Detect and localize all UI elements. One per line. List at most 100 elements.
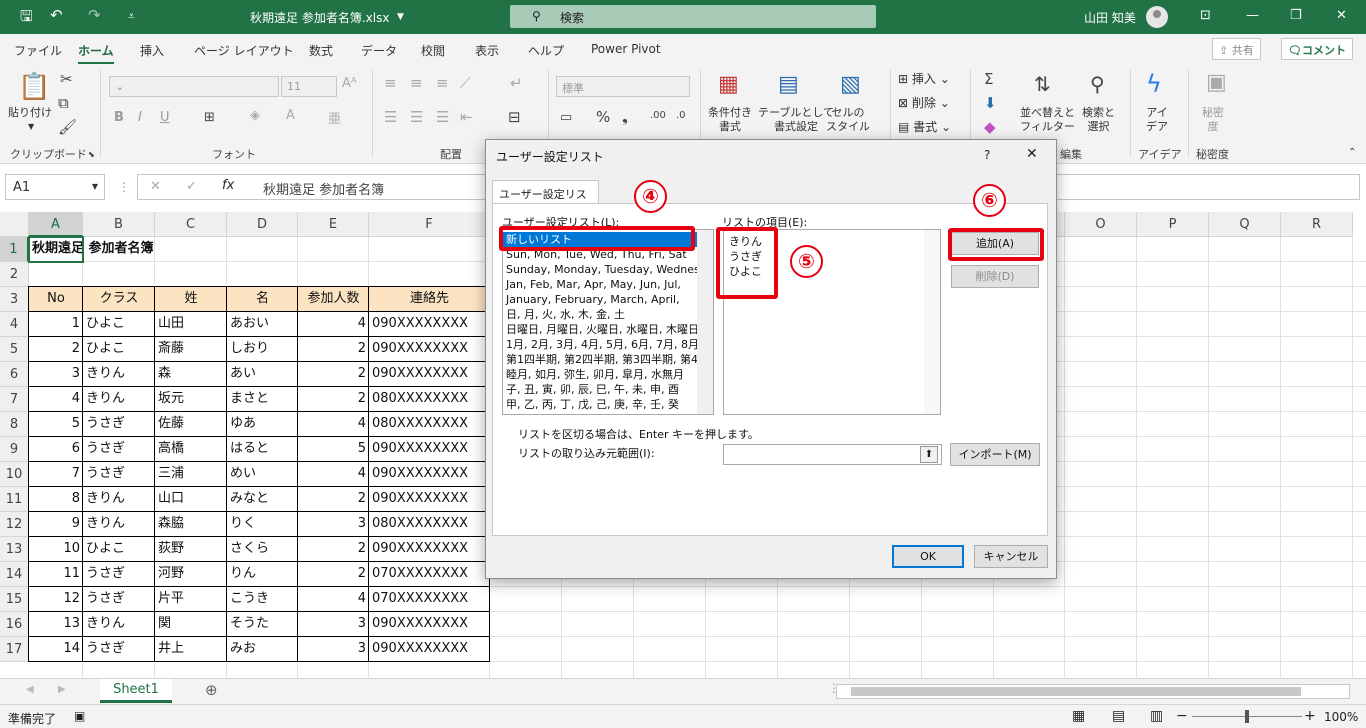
table-cell[interactable]: うさぎ	[83, 637, 155, 662]
table-cell[interactable]: 090XXXXXXXX	[369, 312, 490, 337]
delete-cells-button[interactable]: ⊠ 削除 ⌄	[898, 96, 950, 110]
sort-filter-icon[interactable]: ⇅	[1034, 72, 1051, 96]
column-header[interactable]: R	[1281, 212, 1353, 237]
vertical-scrollbar[interactable]	[924, 230, 940, 414]
normal-view-icon[interactable]: ▦	[1072, 708, 1085, 724]
table-cell[interactable]: きりん	[83, 512, 155, 537]
underline-icon[interactable]: U	[160, 110, 170, 125]
table-cell[interactable]: はると	[227, 437, 298, 462]
table-cell[interactable]: 井上	[155, 637, 227, 662]
table-cell[interactable]: きりん	[83, 387, 155, 412]
ideas-label[interactable]: アイ デア	[1146, 106, 1168, 134]
table-cell[interactable]: 斎藤	[155, 337, 227, 362]
launcher-icon[interactable]: ⬊	[88, 148, 95, 162]
table-cell[interactable]: 河野	[155, 562, 227, 587]
custom-lists-box[interactable]: 新しいリスト Sun, Mon, Tue, Wed, Thu, Fri, Sat S…	[502, 229, 714, 415]
copy-icon[interactable]: ⧉	[58, 94, 69, 112]
table-cell[interactable]: うさぎ	[83, 437, 155, 462]
minimize-icon[interactable]: —	[1246, 8, 1259, 23]
row-header[interactable]: 15	[0, 587, 29, 612]
fill-icon[interactable]: ⬇	[984, 94, 997, 112]
cancel-button[interactable]: キャンセル	[974, 545, 1048, 568]
add-sheet-icon[interactable]: ⊕	[205, 681, 218, 699]
decrease-decimal-icon[interactable]: .0	[676, 110, 686, 121]
sheet-tab[interactable]: Sheet1	[100, 679, 172, 703]
phonetic-icon[interactable]: 亜	[328, 108, 341, 127]
ok-button[interactable]: OK	[892, 545, 964, 568]
increase-decimal-icon[interactable]: .00	[650, 110, 666, 121]
chevron-down-icon[interactable]: ▼	[397, 12, 404, 22]
table-header-cell[interactable]: 姓	[155, 287, 227, 312]
zoom-out-icon[interactable]: −	[1176, 708, 1188, 724]
merge-icon[interactable]: ⊟	[508, 108, 521, 126]
table-cell[interactable]: 090XXXXXXXX	[369, 637, 490, 662]
row-header[interactable]: 11	[0, 487, 29, 512]
tab-review[interactable]: 校閲	[421, 42, 445, 59]
table-cell[interactable]: 3	[298, 612, 369, 637]
align-center-icon[interactable]: ☰	[410, 108, 423, 126]
table-cell[interactable]: 山口	[155, 487, 227, 512]
import-range-input[interactable]	[723, 444, 942, 465]
row-header[interactable]: 13	[0, 537, 29, 562]
column-header[interactable]: C	[155, 212, 227, 237]
table-header-cell[interactable]: 参加人数	[298, 287, 369, 312]
table-cell[interactable]: うさぎ	[83, 412, 155, 437]
table-cell[interactable]: 5	[298, 437, 369, 462]
list-item[interactable]: January, February, March, April,	[503, 292, 697, 307]
column-header[interactable]: B	[83, 212, 155, 237]
table-cell[interactable]: 関	[155, 612, 227, 637]
table-cell[interactable]: 080XXXXXXXX	[369, 512, 490, 537]
table-format-icon[interactable]: ▤	[778, 72, 799, 97]
table-cell[interactable]: 090XXXXXXXX	[369, 437, 490, 462]
table-cell[interactable]: うさぎ	[83, 562, 155, 587]
collapse-ribbon-icon[interactable]: ⌃	[1348, 146, 1356, 160]
select-all-corner[interactable]	[0, 212, 29, 237]
table-cell[interactable]: 佐藤	[155, 412, 227, 437]
macro-record-icon[interactable]: ▣	[74, 709, 85, 723]
grow-font-icon[interactable]: Aᴬ	[342, 76, 357, 91]
table-cell[interactable]: 11	[29, 562, 83, 587]
table-header-cell[interactable]: No	[29, 287, 83, 312]
table-cell[interactable]: 2	[298, 537, 369, 562]
tab-home[interactable]: ホーム	[78, 42, 114, 65]
sort-filter-label[interactable]: 並べ替えと フィルター	[1020, 106, 1075, 134]
table-cell[interactable]: 4	[298, 412, 369, 437]
table-cell[interactable]: 2	[298, 337, 369, 362]
table-cell[interactable]: めい	[227, 462, 298, 487]
table-cell[interactable]: 070XXXXXXXX	[369, 562, 490, 587]
search-box[interactable]: ⚲ 検索	[510, 5, 876, 28]
table-cell[interactable]: 10	[29, 537, 83, 562]
table-cell[interactable]: 5	[29, 412, 83, 437]
table-cell[interactable]: 坂元	[155, 387, 227, 412]
table-cell[interactable]: うさぎ	[83, 587, 155, 612]
row-header[interactable]: 10	[0, 462, 29, 487]
ribbon-display-icon[interactable]: ⊡	[1200, 8, 1211, 23]
scroll-left-icon[interactable]: ◀	[26, 684, 34, 695]
align-right-icon[interactable]: ☰	[436, 108, 449, 126]
table-cell[interactable]: ゆあ	[227, 412, 298, 437]
table-cell[interactable]: あい	[227, 362, 298, 387]
table-cell[interactable]: 1	[29, 312, 83, 337]
table-cell[interactable]: 森脇	[155, 512, 227, 537]
table-cell[interactable]: 4	[298, 587, 369, 612]
row-header[interactable]: 17	[0, 637, 29, 662]
save-icon[interactable]: 🖫	[20, 6, 33, 31]
name-box[interactable]: A1 ▼	[5, 174, 105, 200]
close-icon[interactable]: ✕	[1336, 8, 1347, 23]
delete-button[interactable]: 削除(D)	[951, 265, 1039, 288]
row-header[interactable]: 16	[0, 612, 29, 637]
list-item[interactable]: 子, 丑, 寅, 卯, 辰, 巳, 午, 未, 申, 酉	[503, 382, 697, 397]
row-header[interactable]: 3	[0, 287, 29, 312]
align-top-icon[interactable]: ≡	[384, 74, 397, 92]
cell-style-label[interactable]: セルの スタイル	[826, 106, 870, 134]
table-cell[interactable]: 片平	[155, 587, 227, 612]
column-header[interactable]: D	[227, 212, 298, 237]
row-header[interactable]: 12	[0, 512, 29, 537]
row-header[interactable]: 14	[0, 562, 29, 587]
align-middle-icon[interactable]: ≡	[410, 74, 423, 92]
table-cell[interactable]: 090XXXXXXXX	[369, 362, 490, 387]
table-cell[interactable]: りん	[227, 562, 298, 587]
percent-icon[interactable]: %	[596, 108, 610, 126]
table-cell[interactable]: 080XXXXXXXX	[369, 387, 490, 412]
table-header-cell[interactable]: 連絡先	[369, 287, 490, 312]
